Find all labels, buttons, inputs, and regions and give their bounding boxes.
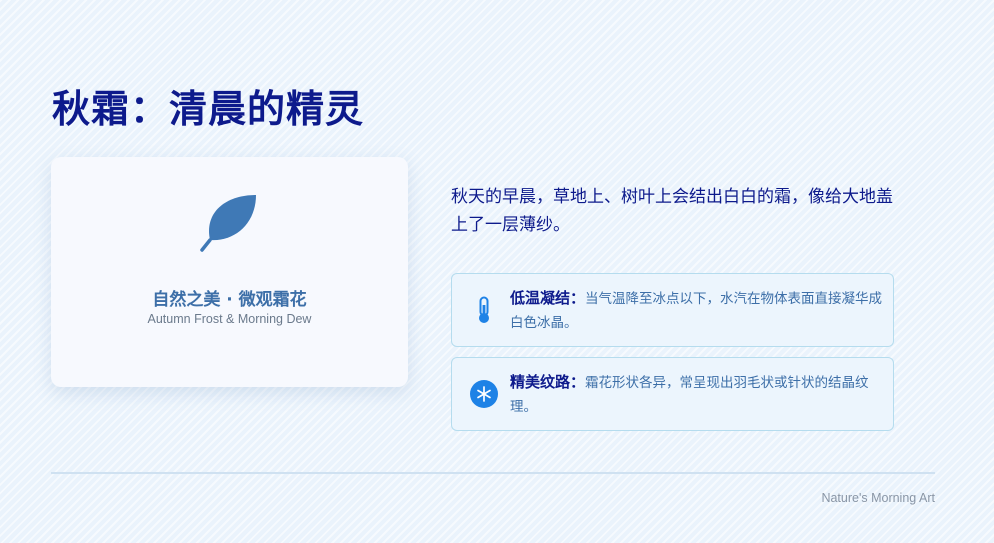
leaf-icon: [200, 195, 256, 252]
fact-label: 精美纹路：: [510, 373, 586, 391]
fact-text-pattern: 精美纹路：霜花形状各异，常呈现出羽毛状或针状的结晶纹理。: [510, 370, 890, 419]
fact-card-low-temp: 低温凝结：当气温降至冰点以下，水汽在物体表面直接凝华成白色冰晶。: [451, 273, 894, 347]
image-caption: 自然之美 · 微观霜花: [152, 290, 307, 310]
fact-label: 低温凝结：: [510, 289, 586, 307]
footer-text: Nature's Morning Art: [821, 491, 935, 505]
fact-text-low-temp: 低温凝结：当气温降至冰点以下，水汽在物体表面直接凝华成白色冰晶。: [510, 286, 890, 335]
snowflake-icon: [470, 380, 498, 408]
thermometer-icon: [479, 296, 489, 323]
page-title: 秋霜：清晨的精灵: [52, 87, 365, 131]
image-subcaption: Autumn Frost & Morning Dew: [147, 312, 312, 326]
divider: [51, 472, 935, 474]
fact-card-pattern: 精美纹路：霜花形状各异，常呈现出羽毛状或针状的结晶纹理。: [451, 357, 894, 431]
intro-text: 秋天的早晨，草地上、树叶上会结出白白的霜，像给大地盖上了一层薄纱。: [451, 187, 893, 235]
